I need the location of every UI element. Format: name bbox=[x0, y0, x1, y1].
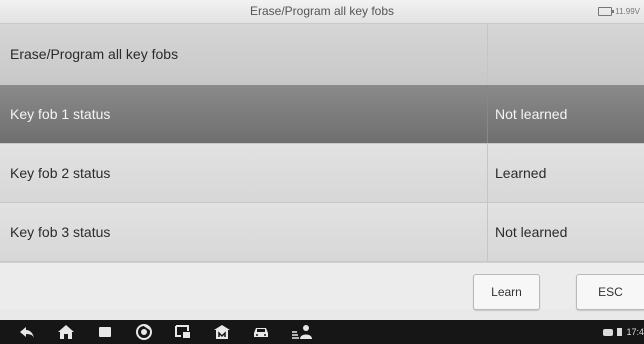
esc-button[interactable]: ESC bbox=[576, 274, 644, 310]
table-row-header[interactable]: Erase/Program all key fobs bbox=[0, 24, 644, 85]
table-row[interactable]: Key fob 2 status Learned bbox=[0, 144, 644, 203]
recent-apps-icon[interactable] bbox=[96, 324, 114, 340]
battery-status-icon bbox=[617, 328, 623, 336]
row-value bbox=[488, 24, 644, 84]
row-value: Not learned bbox=[495, 106, 568, 122]
maxifix-icon[interactable] bbox=[213, 324, 231, 340]
action-bar: Learn ESC bbox=[0, 262, 644, 310]
status-area: 17:4 bbox=[603, 320, 644, 344]
clock: 17:4 bbox=[626, 327, 644, 337]
key-fob-table: Erase/Program all key fobs Key fob 1 sta… bbox=[0, 24, 644, 266]
row-label: Key fob 1 status bbox=[0, 85, 488, 143]
row-label: Key fob 3 status bbox=[0, 203, 488, 261]
chrome-icon[interactable] bbox=[135, 324, 153, 340]
table-row[interactable]: Key fob 1 status Not learned bbox=[0, 85, 644, 144]
row-label: Erase/Program all key fobs bbox=[0, 24, 488, 84]
battery-voltage: 11.99V bbox=[615, 7, 640, 16]
back-icon[interactable] bbox=[18, 324, 36, 340]
row-label: Key fob 2 status bbox=[0, 144, 488, 202]
learn-button[interactable]: Learn bbox=[473, 274, 540, 310]
message-icon bbox=[603, 328, 614, 336]
battery-icon bbox=[598, 7, 615, 16]
android-nav-bar: 17:4 bbox=[0, 320, 644, 344]
table-row[interactable]: Key fob 3 status Not learned bbox=[0, 203, 644, 262]
vci-person-icon[interactable] bbox=[291, 324, 313, 340]
car-icon[interactable] bbox=[252, 324, 270, 340]
row-value: Not learned bbox=[495, 224, 568, 240]
title-bar: Erase/Program all key fobs 11.99V bbox=[0, 0, 644, 24]
home-icon[interactable] bbox=[57, 324, 75, 340]
battery-indicator: 11.99V bbox=[598, 0, 640, 23]
screenshot-icon[interactable] bbox=[174, 324, 192, 340]
page-title: Erase/Program all key fobs bbox=[249, 4, 395, 18]
row-value: Learned bbox=[495, 165, 547, 181]
